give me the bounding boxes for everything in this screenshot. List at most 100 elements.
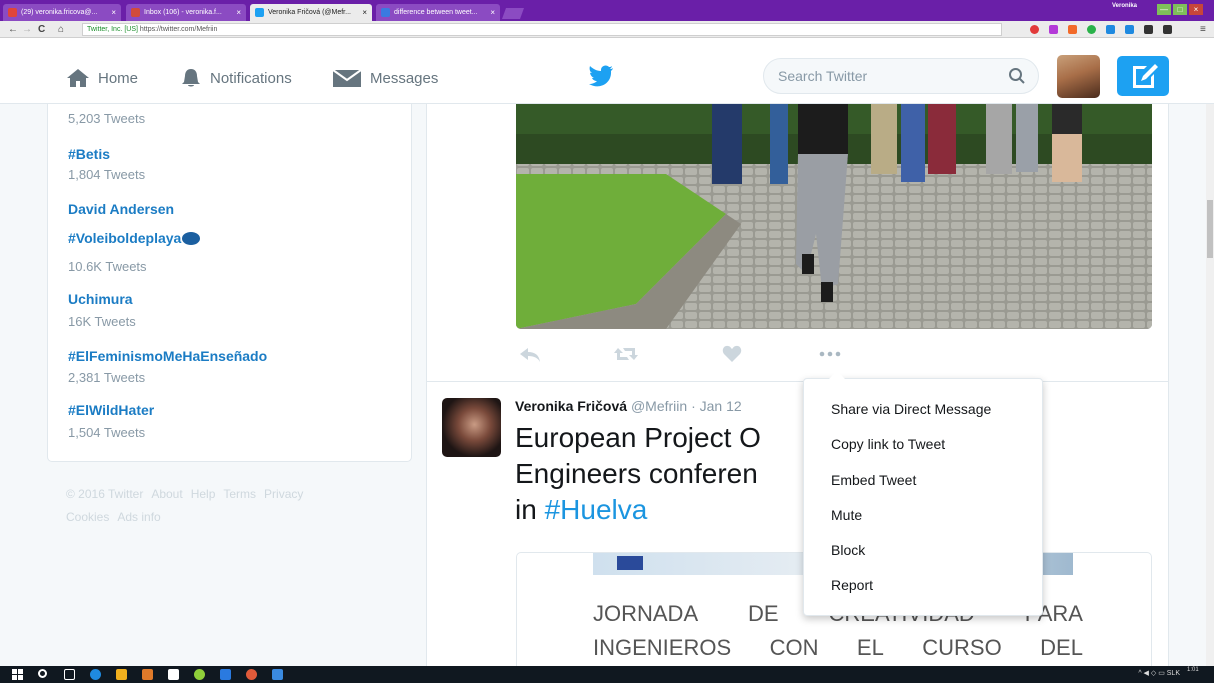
hashtag-huelva-link[interactable]: #Huelva <box>545 494 648 525</box>
extension-icon[interactable] <box>1068 25 1077 34</box>
trend-item[interactable]: #Voleiboldeplaya <box>68 230 201 246</box>
trend-tweet-count: 1,804 Tweets <box>68 167 146 182</box>
footer-privacy-link[interactable]: Privacy <box>264 487 303 501</box>
eu-flag-icon <box>617 556 643 570</box>
trend-item[interactable]: #Betis <box>68 146 110 162</box>
footer-ads-info-link[interactable]: Ads info <box>117 510 160 524</box>
home-button[interactable]: ⌂ <box>58 23 64 36</box>
spotify-icon[interactable] <box>194 669 205 680</box>
compose-tweet-button[interactable] <box>1117 56 1169 96</box>
footer-terms-link[interactable]: Terms <box>223 487 256 501</box>
copy-link-item[interactable]: Copy link to Tweet <box>831 436 945 452</box>
card-word: CON <box>769 635 819 660</box>
tab-close-icon[interactable]: × <box>111 4 116 21</box>
tab-title: difference between tweet... <box>394 9 478 16</box>
volleyball-badge-icon <box>182 232 201 245</box>
footer-copyright: © 2016 Twitter <box>66 487 144 501</box>
extension-icon[interactable] <box>1144 25 1153 34</box>
tab-close-icon[interactable]: × <box>236 4 241 21</box>
system-tray[interactable]: ^ ◀ ◇ ▭ SLK <box>1138 669 1180 677</box>
tweet-date[interactable]: · Jan 12 <box>691 398 742 414</box>
footer-cookies-link[interactable]: Cookies <box>66 510 109 524</box>
forward-button[interactable]: → <box>22 23 32 36</box>
block-item[interactable]: Block <box>831 542 865 558</box>
tab-close-icon[interactable]: × <box>490 4 495 21</box>
google-favicon-icon <box>381 8 390 17</box>
search-input[interactable]: Search Twitter <box>763 58 1039 94</box>
chrome-menu-icon[interactable]: ≡ <box>1200 23 1206 36</box>
nav-notifications[interactable]: Notifications <box>180 68 292 88</box>
like-heart-icon[interactable] <box>722 344 742 364</box>
twitter-favicon-icon <box>255 8 264 17</box>
twitter-bird-icon[interactable] <box>588 65 614 87</box>
browser-tab-strip: (29) veronika.fricova@... × Inbox (106) … <box>0 0 1214 21</box>
app-icon[interactable] <box>272 669 283 680</box>
browser-tab[interactable]: Inbox (106) - veronika.f... × <box>126 4 246 21</box>
tab-title: Veronika Fričová (@Mefr... <box>268 9 351 16</box>
search-icon[interactable] <box>1008 67 1026 85</box>
extension-icon[interactable] <box>1106 25 1115 34</box>
browser-tab[interactable]: difference between tweet... × <box>376 4 500 21</box>
windows-start-icon[interactable] <box>12 669 23 680</box>
browser-tab[interactable]: (29) veronika.fricova@... × <box>3 4 121 21</box>
more-options-icon[interactable] <box>818 344 842 364</box>
reload-button[interactable]: C <box>38 23 45 36</box>
gmail-favicon-icon <box>8 8 17 17</box>
app-icon[interactable] <box>220 669 231 680</box>
trend-item[interactable]: #ElWildHater <box>68 402 154 418</box>
extension-icon[interactable] <box>1125 25 1134 34</box>
tab-title: Inbox (106) - veronika.f... <box>144 9 222 16</box>
address-bar[interactable]: Twitter, Inc. [US] https://twitter.com/M… <box>82 23 1002 36</box>
tweet-photo[interactable] <box>516 104 1152 329</box>
nav-home[interactable]: Home <box>66 68 138 88</box>
share-via-dm-item[interactable]: Share via Direct Message <box>831 401 991 417</box>
tweet-author-name[interactable]: Veronika Fričová <box>515 398 627 414</box>
trend-item[interactable]: #ElFeminismoMeHaEnseñado <box>68 348 267 364</box>
extension-icon[interactable] <box>1087 25 1096 34</box>
store-icon[interactable] <box>168 669 179 680</box>
tweet-author-handle[interactable]: @Mefriin <box>631 398 687 414</box>
mute-item[interactable]: Mute <box>831 507 862 523</box>
footer-help-link[interactable]: Help <box>191 487 216 501</box>
windows-taskbar: ^ ◀ ◇ ▭ SLK 1:01 <box>0 666 1214 683</box>
search-icon[interactable] <box>38 669 47 678</box>
trend-label: #Voleiboldeplaya <box>68 230 182 246</box>
back-button[interactable]: ← <box>8 23 18 36</box>
tweet-stream: Veronika Fričová @Mefriin · Jan 12 Europ… <box>426 104 1169 666</box>
page-scrollbar[interactable] <box>1206 104 1214 666</box>
file-explorer-icon[interactable] <box>116 669 127 680</box>
close-window-button[interactable]: × <box>1189 4 1203 15</box>
trend-tweet-count: 16K Tweets <box>68 314 136 329</box>
extension-icon[interactable] <box>1163 25 1172 34</box>
new-tab-button[interactable] <box>501 8 525 19</box>
edge-browser-icon[interactable] <box>90 669 101 680</box>
compose-icon <box>1133 64 1158 88</box>
maximize-button[interactable]: □ <box>1173 4 1187 15</box>
instagram-extension-icon[interactable] <box>1049 25 1058 34</box>
task-view-icon[interactable] <box>64 669 75 680</box>
retweet-icon[interactable] <box>612 344 640 364</box>
gmail-favicon-icon <box>131 8 140 17</box>
window-profile-name[interactable]: Veronika <box>1112 3 1137 9</box>
pinterest-extension-icon[interactable] <box>1030 25 1039 34</box>
scrollbar-thumb[interactable] <box>1207 200 1213 258</box>
chrome-icon[interactable] <box>246 669 257 680</box>
trend-item[interactable]: David Andersen <box>68 201 174 217</box>
tab-close-icon[interactable]: × <box>362 4 367 21</box>
report-item[interactable]: Report <box>831 577 873 593</box>
app-icon[interactable] <box>142 669 153 680</box>
minimize-button[interactable]: — <box>1157 4 1171 15</box>
footer-about-link[interactable]: About <box>151 487 182 501</box>
nav-messages[interactable]: Messages <box>332 68 438 88</box>
input-language: SLK <box>1166 670 1180 677</box>
trend-item[interactable]: Uchimura <box>68 291 133 307</box>
embed-tweet-item[interactable]: Embed Tweet <box>831 472 916 488</box>
tweet-author-avatar[interactable] <box>442 398 501 457</box>
clock[interactable]: 1:01 <box>1187 666 1199 674</box>
photo-image <box>516 104 1152 329</box>
user-avatar[interactable] <box>1057 55 1100 98</box>
tweet-actions <box>427 344 1168 370</box>
browser-tab-active[interactable]: Veronika Fričová (@Mefr... × <box>250 4 372 21</box>
reply-icon[interactable] <box>517 344 543 364</box>
card-word: DE <box>748 601 779 626</box>
